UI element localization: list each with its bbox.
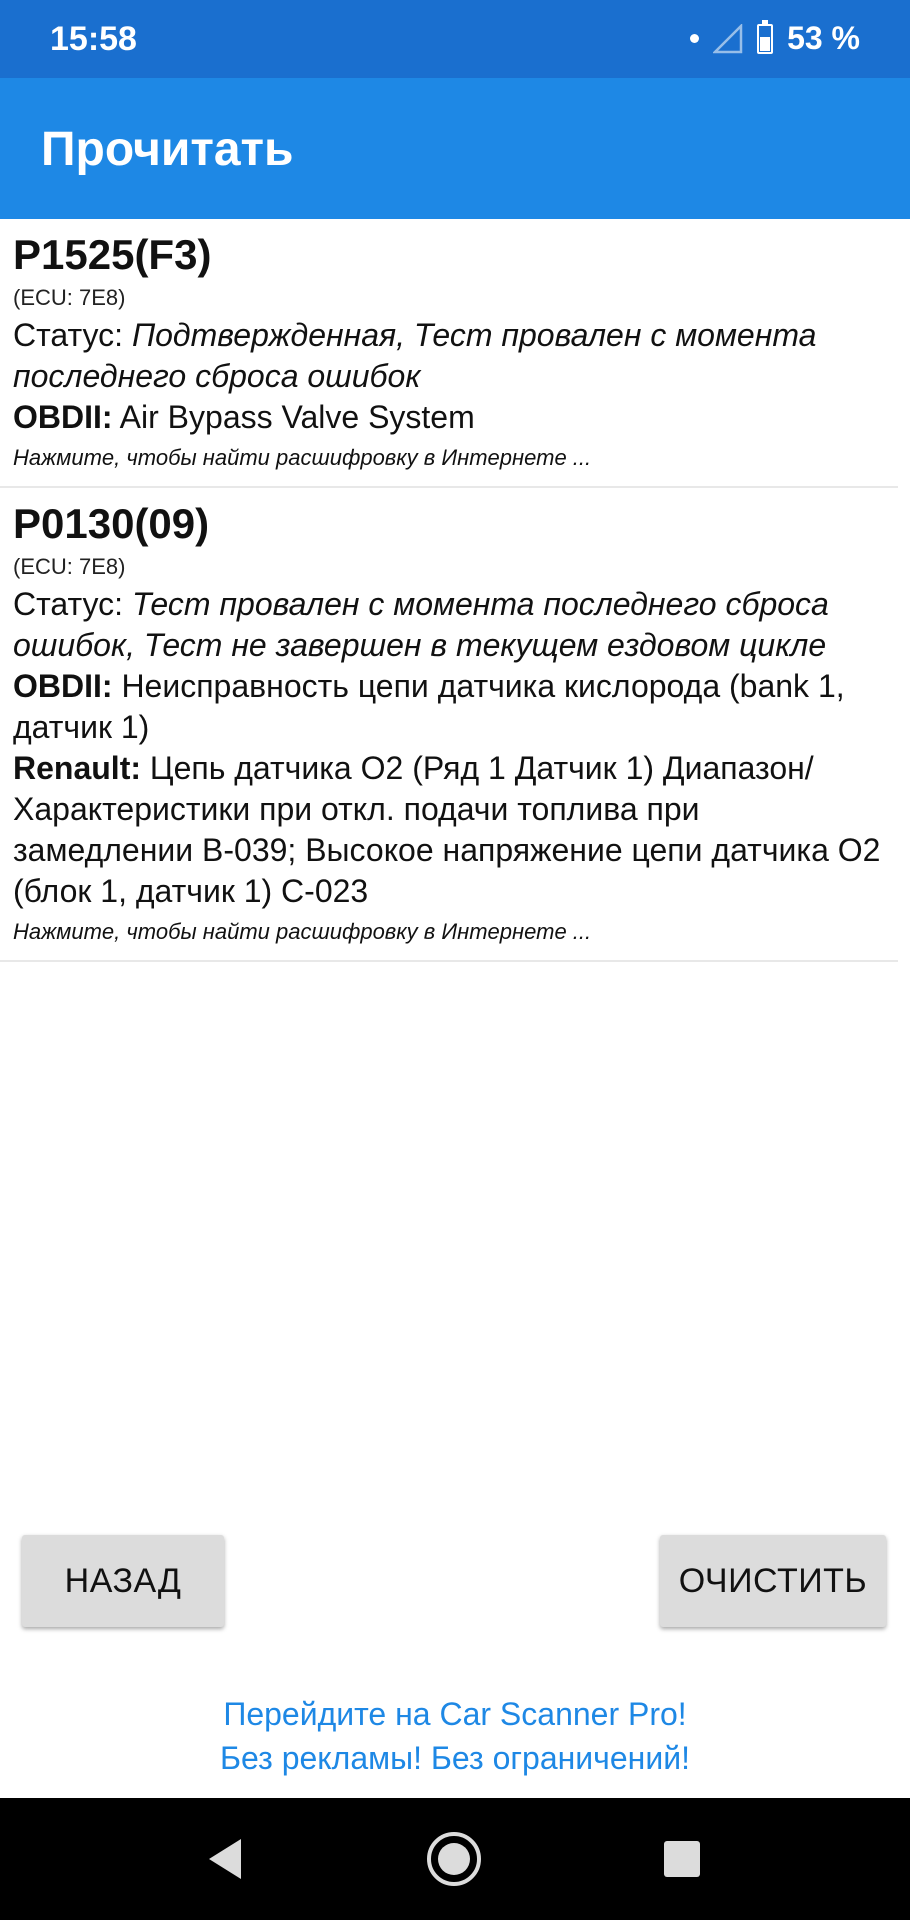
navigation-bar [0,1798,910,1920]
dtc-code: P0130(09) [13,500,210,547]
dtc-description-label: Renault: [13,750,141,786]
dtc-list: P1525(F3) (ECU: 7E8) Статус: Подтвержден… [0,219,910,962]
dtc-description-text: Неисправность цепи датчика кислорода (ba… [13,668,845,745]
dtc-item[interactable]: P1525(F3) (ECU: 7E8) Статус: Подтвержден… [0,219,898,488]
battery-icon [757,19,774,54]
dtc-description-obdii: OBDII: Неисправность цепи датчика кислор… [13,666,885,748]
dtc-ecu: (ECU: 7E8) [13,285,126,310]
dtc-status: Статус: Подтвержденная, Тест провален с … [13,315,885,397]
signal-icon [713,23,743,54]
home-icon[interactable] [394,1798,514,1920]
page-title: Прочитать [41,123,294,176]
dtc-description-renault: Renault: Цепь датчика O2 (Ряд 1 Датчик 1… [13,748,885,912]
dtc-status-label: Статус: [13,317,132,353]
dtc-code: P1525(F3) [13,231,212,278]
dtc-status-value: Тест провален с момента последнего сброс… [13,586,829,663]
promo-line-1: Перейдите на Car Scanner Pro! [223,1696,687,1732]
dtc-status: Статус: Тест провален с момента последне… [13,584,885,666]
dtc-item[interactable]: P0130(09) (ECU: 7E8) Статус: Тест провал… [0,488,898,962]
back-button[interactable]: НАЗАД [22,1535,224,1627]
back-icon[interactable] [165,1798,285,1920]
app-bar: Прочитать [0,78,910,219]
dtc-status-label: Статус: [13,586,132,622]
dtc-ecu: (ECU: 7E8) [13,554,126,579]
status-icons: 53 % [690,19,860,57]
clear-button[interactable]: ОЧИСТИТЬ [660,1535,886,1627]
recent-apps-icon[interactable] [622,1798,742,1920]
dtc-description-label: OBDII: [13,399,113,435]
dtc-description-text: Air Bypass Valve System [112,399,475,435]
dtc-description-label: OBDII: [13,668,113,704]
dtc-description-text: Цепь датчика O2 (Ряд 1 Датчик 1) Диапазо… [13,750,881,909]
dtc-search-link[interactable]: Нажмите, чтобы найти расшифровку в Интер… [13,442,885,474]
promo-link[interactable]: Перейдите на Car Scanner Pro! Без реклам… [0,1692,910,1780]
dtc-status-value: Подтвержденная, Тест провален с момента … [13,317,817,394]
promo-line-2: Без рекламы! Без ограничений! [220,1740,690,1776]
dtc-search-link[interactable]: Нажмите, чтобы найти расшифровку в Интер… [13,916,885,948]
battery-percent: 53 % [787,20,860,56]
dtc-description-obdii: OBDII: Air Bypass Valve System [13,397,885,438]
status-bar: 15:58 53 % [0,0,910,78]
notification-dot-icon [690,34,700,43]
status-time: 15:58 [50,20,137,58]
